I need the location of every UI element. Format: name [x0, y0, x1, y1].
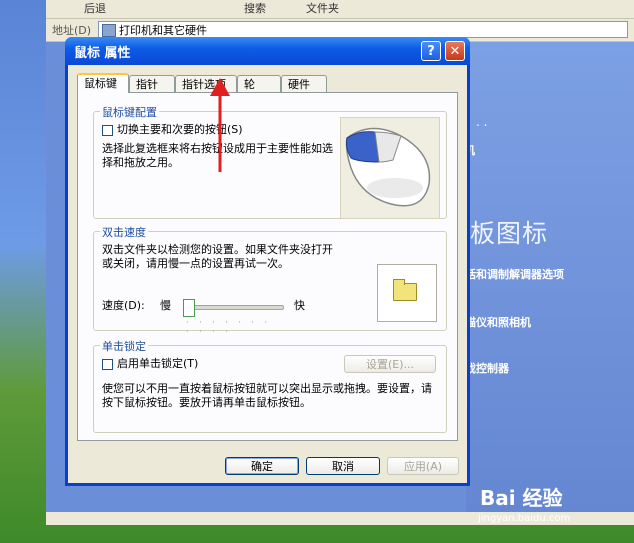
group-title: 双击速度 [100, 224, 148, 240]
dots: . . [476, 115, 488, 129]
close-icon: ✕ [449, 44, 461, 59]
dialog-title: 鼠标 属性 [74, 46, 131, 61]
folder-icon [393, 279, 417, 301]
watermark-url: jingyan.baidu.com [478, 513, 571, 524]
dialog-body: 鼠标键 指针 指针选项 轮 硬件 鼠标键配置 切换主要和次要的按钮(S) 选择此… [68, 65, 467, 483]
apply-button[interactable]: 应用(A) [387, 457, 459, 475]
address-label: 地址(D) [52, 24, 92, 37]
test-area[interactable] [377, 264, 437, 322]
tab-pointers[interactable]: 指针 [129, 75, 175, 92]
printer-icon [102, 24, 116, 37]
speed-slider-track[interactable] [186, 305, 284, 310]
help-icon: ? [427, 44, 435, 59]
speed-label: 速度(D): [102, 299, 145, 312]
back-button[interactable]: 后退 [84, 0, 106, 16]
cancel-button[interactable]: 取消 [306, 457, 380, 475]
switch-buttons-checkbox[interactable] [102, 124, 113, 136]
double-click-description: 双击文件夹以检测您的设置。如果文件夹没打开或关闭，请用慢一点的设置再试一次。 [102, 243, 333, 270]
search-button[interactable]: 搜索 [244, 0, 266, 16]
address-value: 打印机和其它硬件 [119, 24, 207, 37]
slow-label: 慢 [160, 299, 171, 312]
group-title: 单击锁定 [100, 338, 148, 354]
mouse-button-group: 鼠标键配置 切换主要和次要的按钮(S) 选择此复选框来将右按钮设成用于主要性能如… [93, 104, 447, 219]
group-title: 鼠标键配置 [100, 104, 159, 120]
double-click-group: 双击速度 双击文件夹以检测您的设置。如果文件夹没打开或关闭，请用慢一点的设置再试… [93, 224, 447, 336]
speed-slider-thumb[interactable] [183, 299, 195, 317]
tab-wheel[interactable]: 轮 [237, 75, 281, 92]
item-label: 电话和调制解调器选项 [454, 268, 564, 281]
address-field[interactable]: 打印机和其它硬件 [98, 21, 628, 38]
click-lock-label: 启用单击锁定(T) [117, 357, 199, 370]
click-lock-group: 单击锁定 启用单击锁定(T) 设置(E)... 使您可以不用一直按着鼠标按钮就可… [93, 338, 447, 433]
click-lock-checkbox[interactable] [102, 358, 113, 370]
click-lock-description: 使您可以不用一直按着鼠标按钮就可以突出显示或拖拽。要设置，请按下鼠标按钮。要放开… [102, 382, 432, 409]
close-button[interactable]: ✕ [445, 41, 465, 61]
settings-button[interactable]: 设置(E)... [344, 355, 436, 373]
help-button[interactable]: ? [421, 41, 441, 61]
tab-hardware[interactable]: 硬件 [281, 75, 327, 92]
folders-button[interactable]: 文件夹 [306, 0, 339, 16]
toolbar: 后退 搜索 文件夹 [46, 0, 634, 19]
tab-panel: 鼠标键配置 切换主要和次要的按钮(S) 选择此复选框来将右按钮设成用于主要性能如… [77, 92, 458, 441]
click-lock-option[interactable]: 启用单击锁定(T) [102, 357, 198, 371]
title-bar[interactable]: 鼠标 属性 ? ✕ [65, 37, 470, 65]
slider-ticks: · · · · · · · · · · · [186, 318, 272, 336]
fast-label: 快 [294, 299, 305, 312]
watermark-brand: Bai 经验 [480, 486, 563, 510]
mouse-illustration [340, 117, 440, 219]
tab-buttons[interactable]: 鼠标键 [77, 73, 129, 93]
mouse-properties-dialog: 鼠标 属性 ? ✕ 鼠标键 指针 指针选项 轮 硬件 鼠标键配置 切换主要和次要… [65, 37, 470, 486]
annotation-arrow-icon [210, 78, 230, 172]
ok-button[interactable]: 确定 [225, 457, 299, 475]
